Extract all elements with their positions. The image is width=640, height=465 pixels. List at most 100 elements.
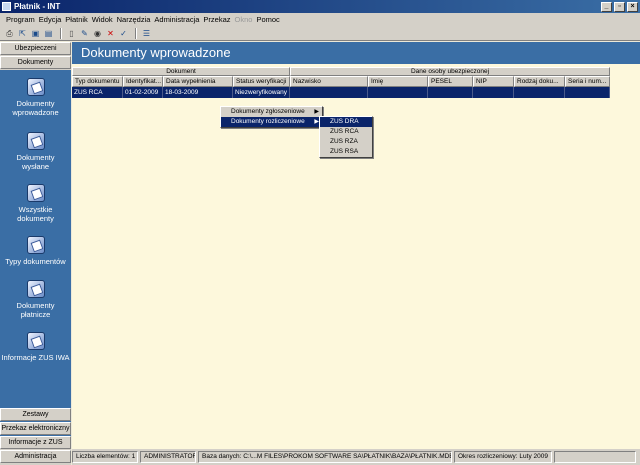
view-icon[interactable]: ◉ [92,28,103,39]
sidebar-item-label: Informacje ZUS IWA [1,353,70,362]
iwa-icon [26,332,45,350]
sidebar-item-wszystkie-dokumenty[interactable]: Wszystkie dokumenty [0,184,71,223]
title-bar: Płatnik - INT _ ▫ × [0,0,640,13]
menu-przekaz[interactable]: Przekaz [203,15,230,24]
doc-in-icon [26,78,45,96]
status-database: Baza danych: C:\...M FILES\PROKOM SOFTWA… [198,451,452,463]
group-header-dane-osoby: Dane osoby ubezpieczonej [290,67,610,76]
properties-icon[interactable]: ☰ [141,28,152,39]
sidebar-przekaz-elektroniczny-button[interactable]: Przekaz elektroniczny [0,422,71,435]
print-icon[interactable]: ⎙ [4,28,15,39]
menu-program[interactable]: Program [6,15,35,24]
menu-item-zus-rsa[interactable]: ZUS RSA [320,147,372,157]
sidebar-item-informacje-zus-iwa[interactable]: Informacje ZUS IWA [0,332,71,362]
menu-item-zus-rza[interactable]: ZUS RZA [320,137,372,147]
status-bar: Liczba elementów: 1 ADMINISTRATOR Baza d… [72,449,640,465]
sidebar: Ubezpieczeni Dokumenty Dokumenty wprowad… [0,42,71,465]
menu-pomoc[interactable]: Pomoc [256,15,279,24]
sidebar-item-label: płatnicze [20,310,51,319]
table-cell [290,87,368,98]
menu-item-zus-dra[interactable]: ZUS DRA [320,117,372,127]
sidebar-ubezpieczeni-button[interactable]: Ubezpieczeni [0,42,71,55]
verify-icon[interactable]: ✓ [118,28,129,39]
sidebar-item-dokumenty-platnicze[interactable]: Dokumenty płatnicze [0,280,71,319]
sidebar-informacje-z-zus-button[interactable]: Informacje z ZUS [0,436,71,449]
minimize-button[interactable]: _ [601,1,612,12]
status-count: Liczba elementów: 1 [72,451,138,463]
menu-narzedzia[interactable]: Narzędzia [117,15,151,24]
doc-types-icon [26,236,45,254]
open-icon[interactable]: ▤ [43,28,54,39]
menu-edycja[interactable]: Edycja [39,15,62,24]
status-user: ADMINISTRATOR [140,451,196,463]
export-icon[interactable]: ⇱ [17,28,28,39]
save-icon[interactable]: ▣ [30,28,41,39]
column-header[interactable]: Nazwisko [290,76,368,87]
sidebar-item-dokumenty-wprowadzone[interactable]: Dokumenty wprowadzone [0,78,71,117]
main-content: Dokumenty wprowadzone Dokument Dane osob… [72,42,640,449]
menu-platnik[interactable]: Płatnik [65,15,88,24]
table-cell: ZUS RCA [72,87,123,98]
sidebar-item-label: Typy dokumentów [5,257,66,266]
sidebar-item-label: Dokumenty [16,301,55,310]
window-title: Płatnik - INT [14,2,61,11]
sidebar-administracja-button[interactable]: Administracja [0,450,71,463]
new-document-icon[interactable]: ▯ [66,28,77,39]
app-icon [2,2,11,11]
table-row[interactable]: ZUS RCA 01-02-2009 18-03-2009 Niezweryfi… [72,87,610,98]
doc-sent-icon [26,132,45,150]
table-cell: 18-03-2009 [163,87,233,98]
submenu: ZUS DRA ZUS RCA ZUS RZA ZUS RSA [319,116,373,158]
documents-table: Dokument Dane osoby ubezpieczonej Typ do… [72,67,610,98]
menu-item-label: Dokumenty rozliczeniowe [231,118,305,125]
column-header[interactable]: Imię [368,76,428,87]
menu-item-dokumenty-zgloszeniowe[interactable]: Dokumenty zgłoszeniowe ▶ [221,107,322,117]
table-cell [514,87,565,98]
column-header[interactable]: NIP [473,76,514,87]
status-period: Okres rozliczeniowy: Luty 2009 [454,451,552,463]
edit-icon[interactable]: ✎ [79,28,90,39]
sidebar-item-label: wprowadzone [12,108,59,117]
context-menu: Dokumenty zgłoszeniowe ▶ Dokumenty rozli… [220,106,323,128]
menu-item-label: Dokumenty zgłoszeniowe [231,108,305,115]
sidebar-item-typy-dokumentow[interactable]: Typy dokumentów [0,236,71,266]
status-empty [554,451,636,463]
toolbar-separator [135,27,137,39]
column-header[interactable]: Status weryfikacji [233,76,290,87]
sidebar-item-dokumenty-wyslane[interactable]: Dokumenty wysłane [0,132,71,171]
sidebar-zestawy-button[interactable]: Zestawy [0,408,71,421]
table-cell [428,87,473,98]
sidebar-item-label: Dokumenty [16,153,55,162]
menu-okno: Okno [234,15,253,24]
column-header[interactable]: Seria i num... [565,76,610,87]
group-header-dokument: Dokument [72,67,290,76]
maximize-button[interactable]: ▫ [614,1,625,12]
sidebar-panel: Dokumenty wprowadzone Dokumenty wysłane … [0,70,71,449]
sidebar-item-label: Dokumenty [16,99,55,108]
payment-docs-icon [26,280,45,298]
toolbar-separator [60,27,62,39]
column-header[interactable]: Identyfikat... [123,76,163,87]
menu-item-dokumenty-rozliczeniowe[interactable]: Dokumenty rozliczeniowe ▶ [221,117,322,127]
column-header[interactable]: Data wypełnienia [163,76,233,87]
table-group-header-row: Dokument Dane osoby ubezpieczonej [72,67,610,76]
all-docs-icon [26,184,45,202]
table-cell: Niezweryfikowany [233,87,290,98]
table-cell: 01-02-2009 [123,87,163,98]
table-cell [565,87,610,98]
table-header-row: Typ dokumentu Identyfikat... Data wypełn… [72,76,610,87]
delete-icon[interactable]: ✕ [105,28,116,39]
column-header[interactable]: Typ dokumentu [72,76,123,87]
sidebar-item-label: dokumenty [17,214,54,223]
column-header[interactable]: Rodzaj doku... [514,76,565,87]
sidebar-item-label: Wszystkie [18,205,53,214]
menu-item-zus-rca[interactable]: ZUS RCA [320,127,372,137]
menu-widok[interactable]: Widok [92,15,113,24]
close-button[interactable]: × [627,1,638,12]
sidebar-dokumenty-button[interactable]: Dokumenty [0,56,71,69]
menu-bar: Program Edycja Płatnik Widok Narzędzia A… [0,13,640,26]
menu-administracja[interactable]: Administracja [154,15,199,24]
toolbar: ⎙ ⇱ ▣ ▤ ▯ ✎ ◉ ✕ ✓ ☰ [0,26,640,41]
column-header[interactable]: PESEL [428,76,473,87]
sidebar-item-label: wysłane [21,162,50,171]
